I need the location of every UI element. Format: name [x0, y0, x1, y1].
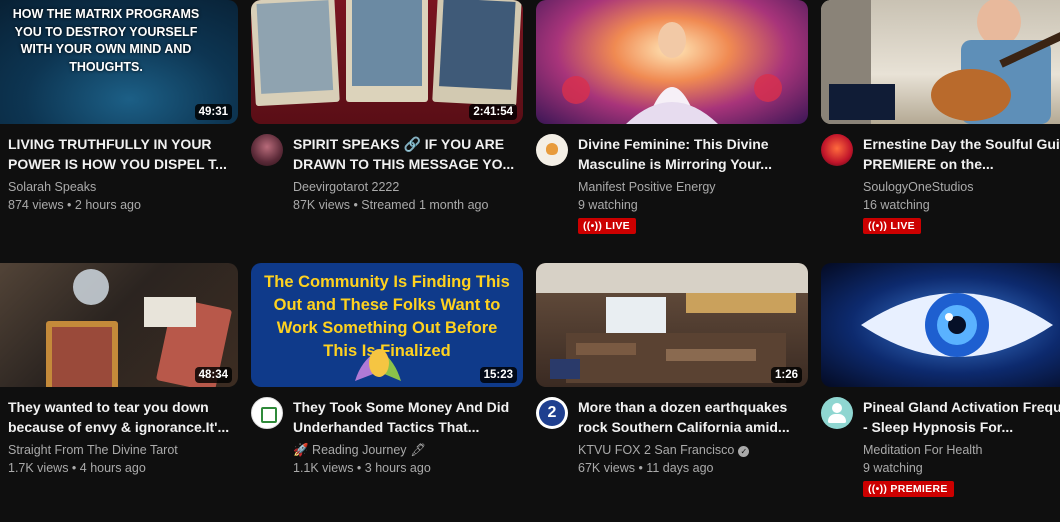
channel-avatar[interactable]: 2 [536, 397, 568, 429]
video-thumbnail[interactable] [821, 0, 1060, 124]
video-title[interactable]: Ernestine Day the Soulful Guitarist PREM… [863, 134, 1060, 174]
video-duration: 2:41:54 [469, 104, 517, 120]
video-title[interactable]: Pineal Gland Activation Frequency - Slee… [863, 397, 1060, 437]
eye-image [861, 293, 1053, 357]
channel-avatar[interactable] [536, 134, 568, 166]
meditation-figure-icon [832, 403, 842, 413]
guitarist-image [821, 0, 1060, 124]
video-stats: 1.7K views • 4 hours ago [8, 461, 146, 475]
channel-avatar[interactable] [821, 397, 853, 429]
video-stats: 9 watching [578, 198, 638, 212]
journey-logo-icon [261, 407, 277, 423]
live-icon: ((•)) [583, 220, 606, 232]
channel-name[interactable]: SoulogyOneStudios [863, 178, 1060, 196]
video-duration: 15:23 [479, 367, 517, 383]
video-thumbnail[interactable]: 1:26 [536, 263, 808, 387]
goddess-image [562, 22, 782, 124]
live-icon: ((•)) [868, 220, 891, 232]
video-thumbnail[interactable]: 48:34 [0, 263, 238, 387]
video-thumbnail[interactable] [821, 263, 1060, 387]
restaurant-cam-image [536, 263, 808, 383]
video-title[interactable]: They wanted to tear you down because of … [8, 397, 258, 437]
video-duration: 1:26 [770, 367, 802, 383]
channel-name[interactable]: KTVU FOX 2 San Francisco ✓ [578, 441, 810, 459]
video-stats: 9 watching [863, 461, 923, 475]
channel-avatar[interactable] [251, 397, 283, 429]
video-duration: 49:31 [194, 104, 232, 120]
video-stats: 87K views • Streamed 1 month ago [293, 198, 489, 212]
video-stats: 874 views • 2 hours ago [8, 198, 141, 212]
video-title[interactable]: Divine Feminine: This Divine Masculine i… [578, 134, 810, 174]
video-title[interactable]: LIVING TRUTHFULLY IN YOUR POWER IS HOW Y… [8, 134, 258, 174]
live-badge: ((•)) LIVE [863, 218, 921, 234]
channel-avatar[interactable] [251, 134, 283, 166]
thumbnail-text: HOW THE MATRIX PROGRAMS YOU TO DESTROY Y… [12, 7, 200, 74]
premiere-icon: ((•)) [868, 483, 891, 495]
video-thumbnail[interactable] [536, 0, 808, 124]
channel-name[interactable]: 🚀 Reading Journey 🖋 [293, 441, 525, 459]
video-stats: 1.1K views • 3 hours ago [293, 461, 431, 475]
video-title[interactable]: SPIRIT SPEAKS 🔗 IF YOU ARE DRAWN TO THIS… [293, 134, 525, 174]
channel-avatar[interactable] [821, 134, 853, 166]
video-title[interactable]: They Took Some Money And Did Underhanded… [293, 397, 525, 437]
video-thumbnail[interactable]: The Community Is Finding This Out and Th… [251, 263, 523, 387]
channel-name[interactable]: Deevirgotarot 2222 [293, 178, 525, 196]
live-badge: ((•)) LIVE [578, 218, 636, 234]
channel-name[interactable]: Meditation For Health [863, 441, 1060, 459]
channel-name[interactable]: Manifest Positive Energy [578, 178, 810, 196]
verified-icon: ✓ [738, 446, 750, 457]
video-thumbnail[interactable]: HOW THE MATRIX PROGRAMS YOU TO DESTROY Y… [0, 0, 238, 124]
video-stats: 67K views • 11 days ago [578, 461, 714, 475]
premiere-badge: ((•)) PREMIERE [863, 481, 954, 497]
video-stats: 16 watching [863, 198, 930, 212]
meditation-body-icon [828, 414, 846, 423]
fox2-logo-icon: 2 [539, 400, 565, 426]
channel-name[interactable]: Straight From The Divine Tarot [8, 441, 258, 459]
lotus-icon [546, 143, 558, 155]
video-duration: 48:34 [194, 367, 232, 383]
video-title[interactable]: More than a dozen earthquakes rock South… [578, 397, 810, 437]
video-thumbnail[interactable]: 2:41:54 [251, 0, 523, 124]
channel-name[interactable]: Solarah Speaks [8, 178, 258, 196]
